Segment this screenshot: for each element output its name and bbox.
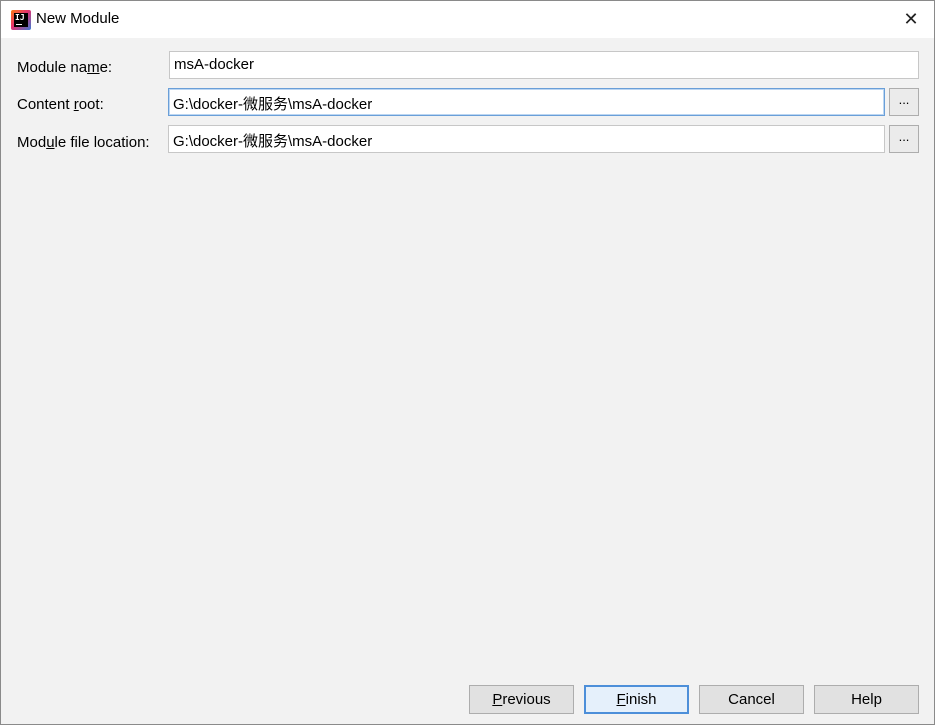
new-module-dialog: IJ New Module ✕ Module name: msA-docker … <box>0 0 935 725</box>
content-root-label: Content root: <box>17 96 104 113</box>
module-file-location-input[interactable]: G:\docker-微服务\msA-docker <box>168 125 885 153</box>
content-root-browse-button[interactable]: ... <box>889 88 919 116</box>
window-title: New Module <box>36 10 120 27</box>
previous-button[interactable]: Previous <box>469 685 574 714</box>
intellij-idea-icon: IJ <box>11 10 31 30</box>
help-button[interactable]: Help <box>814 685 919 714</box>
module-file-location-label: Module file location: <box>17 134 150 151</box>
module-name-label: Module name: <box>17 59 113 76</box>
finish-button[interactable]: Finish <box>584 685 689 714</box>
module-file-location-browse-button[interactable]: ... <box>889 125 919 153</box>
cancel-button[interactable]: Cancel <box>699 685 804 714</box>
module-name-input[interactable]: msA-docker <box>169 51 919 79</box>
content-root-input[interactable]: G:\docker-微服务\msA-docker <box>168 88 885 116</box>
title-bar: IJ New Module ✕ <box>1 1 934 38</box>
close-icon[interactable]: ✕ <box>888 1 934 38</box>
